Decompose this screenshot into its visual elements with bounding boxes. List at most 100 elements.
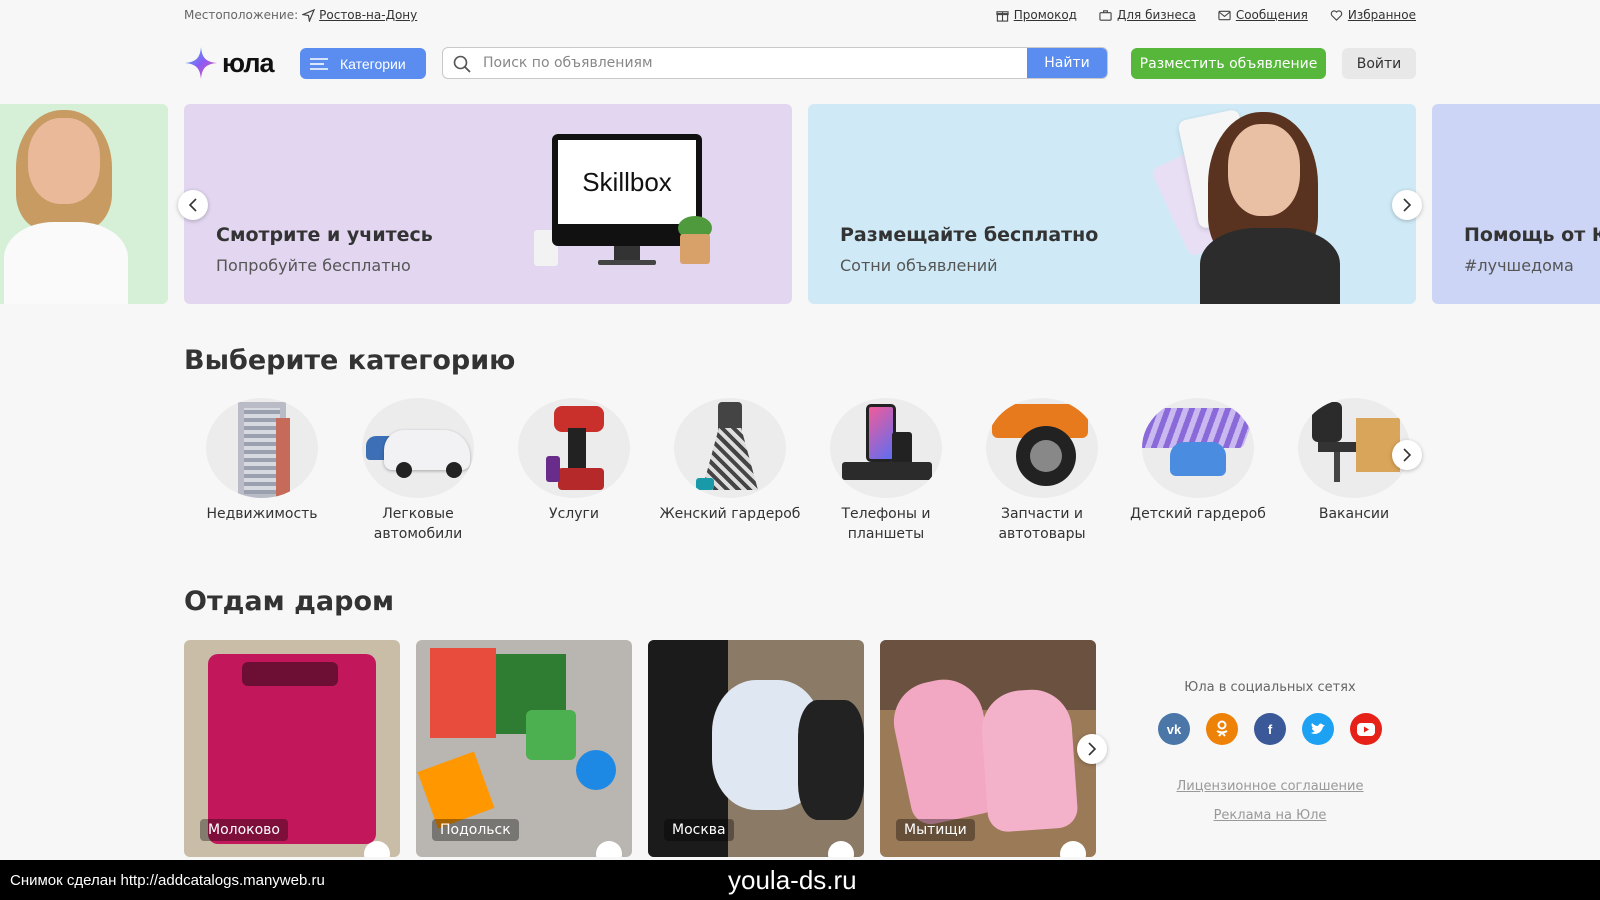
header: юла Категории Найти Разместить объявлени… [184,46,1416,80]
banner-subtitle: Попробуйте бесплатно [216,256,411,275]
vk-icon[interactable]: vk [1158,713,1190,745]
search-input[interactable] [483,48,1003,78]
chevron-right-icon [1403,198,1412,212]
banner-card-skillbox[interactable]: Skillbox Смотрите и учитесь Попробуйте б… [184,104,792,304]
monitor-screen-text: Skillbox [558,140,696,224]
item-city: Молоково [200,819,288,841]
menu-icon [310,57,328,70]
gift-icon [996,10,1009,22]
watermark-left-text: Снимок сделан http://addcatalogs.manyweb… [10,872,325,889]
search-icon [453,55,471,73]
banner-card-free-posting[interactable]: Размещайте бесплатно Сотни объявлений [808,104,1416,304]
category-label: Женский гардероб [659,506,801,522]
categories-section-title: Выберите категорию [184,345,516,376]
banner-next-button[interactable] [1392,190,1422,220]
youtube-icon[interactable] [1350,713,1382,745]
watermark-center-text: youla-ds.ru [728,865,857,895]
item-city: Москва [664,819,734,841]
category-list: Недвижимость Легковые автомобили Услуги … [184,398,1424,548]
logo-text: юла [222,47,275,78]
login-button[interactable]: Войти [1342,48,1416,79]
category-cars[interactable]: Легковые автомобили [340,398,496,544]
favorite-heart-button[interactable] [364,841,390,857]
free-item-card[interactable]: Москва [648,640,864,857]
favorite-heart-button[interactable] [1060,841,1086,857]
search-button[interactable]: Найти [1027,48,1107,78]
social-title: Юла в социальных сетях [1184,680,1356,695]
navigation-arrow-icon [302,8,316,22]
free-item-card[interactable]: Подольск [416,640,632,857]
location-link[interactable]: Ростов-на-Дону [319,8,417,22]
top-bar: Местоположение: Ростов-на-Дону Промокод … [184,6,1416,26]
post-ad-button[interactable]: Разместить объявление [1131,48,1326,79]
watermark-strip: Снимок сделан http://addcatalogs.manyweb… [0,860,1600,900]
free-item-card[interactable]: Молоково [184,640,400,857]
business-label: Для бизнеса [1116,8,1196,22]
free-item-card[interactable]: Мытищи [880,640,1096,857]
category-label: Легковые автомобили [373,506,463,542]
category-real-estate[interactable]: Недвижимость [184,398,340,524]
envelope-icon [1218,10,1231,20]
business-link[interactable]: Для бизнеса [1099,8,1196,22]
messages-label: Сообщения [1235,8,1308,22]
advertising-link[interactable]: Реклама на Юле [1120,808,1420,823]
ok-icon[interactable] [1206,713,1238,745]
banner-title: Помощь от Юл [1464,224,1600,246]
monitor-base [598,260,656,265]
categories-button[interactable]: Категории [300,48,426,79]
favorites-link[interactable]: Избранное [1330,8,1416,22]
category-kids-wardrobe[interactable]: Детский гардероб [1120,398,1276,524]
category-label: Услуги [549,506,599,522]
banner-subtitle: #лучшедома [1464,256,1574,275]
banner-person-body [1200,228,1340,304]
banner-title: Размещайте бесплатно [840,224,1099,246]
banner-prev-button[interactable] [178,190,208,220]
banner-title: Смотрите и учитесь [216,224,433,246]
category-image [206,398,318,498]
category-label: Детский гардероб [1130,506,1266,522]
chevron-left-icon [188,198,197,212]
free-section-title: Отдам даром [184,586,395,617]
briefcase-icon [1099,9,1112,21]
category-label: Недвижимость [206,506,318,522]
promo-label: Промокод [1013,8,1077,22]
category-womens-wardrobe[interactable]: Женский гардероб [652,398,808,524]
banner-subtitle: Сотни объявлений [840,256,998,275]
categories-next-button[interactable] [1392,440,1422,470]
free-items-list: Молоково Подольск Москва Мытищи [184,640,1104,857]
promo-link[interactable]: Промокод [996,8,1077,22]
category-label: Запчасти и автотовары [998,506,1086,542]
banner-person-face [1228,124,1300,216]
top-links: Промокод Для бизнеса Сообщения Избранное [996,8,1416,22]
facebook-icon[interactable]: f [1254,713,1286,745]
category-label: Вакансии [1318,506,1390,522]
category-auto-parts[interactable]: Запчасти и автотовары [964,398,1120,544]
messages-link[interactable]: Сообщения [1218,8,1308,22]
search-bar: Найти [442,47,1108,79]
category-label: Телефоны и планшеты [841,506,931,542]
banner-card-help[interactable]: Помощь от Юл #лучшедома [1432,104,1600,304]
location: Местоположение: Ростов-на-Дону [184,8,417,22]
category-image [830,398,942,498]
chevron-right-icon [1088,742,1097,756]
banner-person-body [4,222,128,304]
location-label: Местоположение: [184,8,299,22]
plant-pot-image [680,234,710,264]
logo[interactable]: юла [184,46,275,80]
banner-carousel: Skillbox Смотрите и учитесь Попробуйте б… [0,104,1600,304]
item-city: Мытищи [896,819,975,841]
license-link[interactable]: Лицензионное соглашение [1120,779,1420,794]
banner-card-partial-left[interactable] [0,104,168,304]
category-phones-tablets[interactable]: Телефоны и планшеты [808,398,964,544]
category-image [518,398,630,498]
category-services[interactable]: Услуги [496,398,652,524]
category-image [986,398,1098,498]
favorite-heart-button[interactable] [596,841,622,857]
social-icons: vk f [1120,713,1420,745]
heart-icon [1330,9,1343,21]
twitter-icon[interactable] [1302,713,1334,745]
favorites-label: Избранное [1347,8,1416,22]
items-next-button[interactable] [1077,734,1107,764]
favorite-heart-button[interactable] [828,841,854,857]
category-image [674,398,786,498]
